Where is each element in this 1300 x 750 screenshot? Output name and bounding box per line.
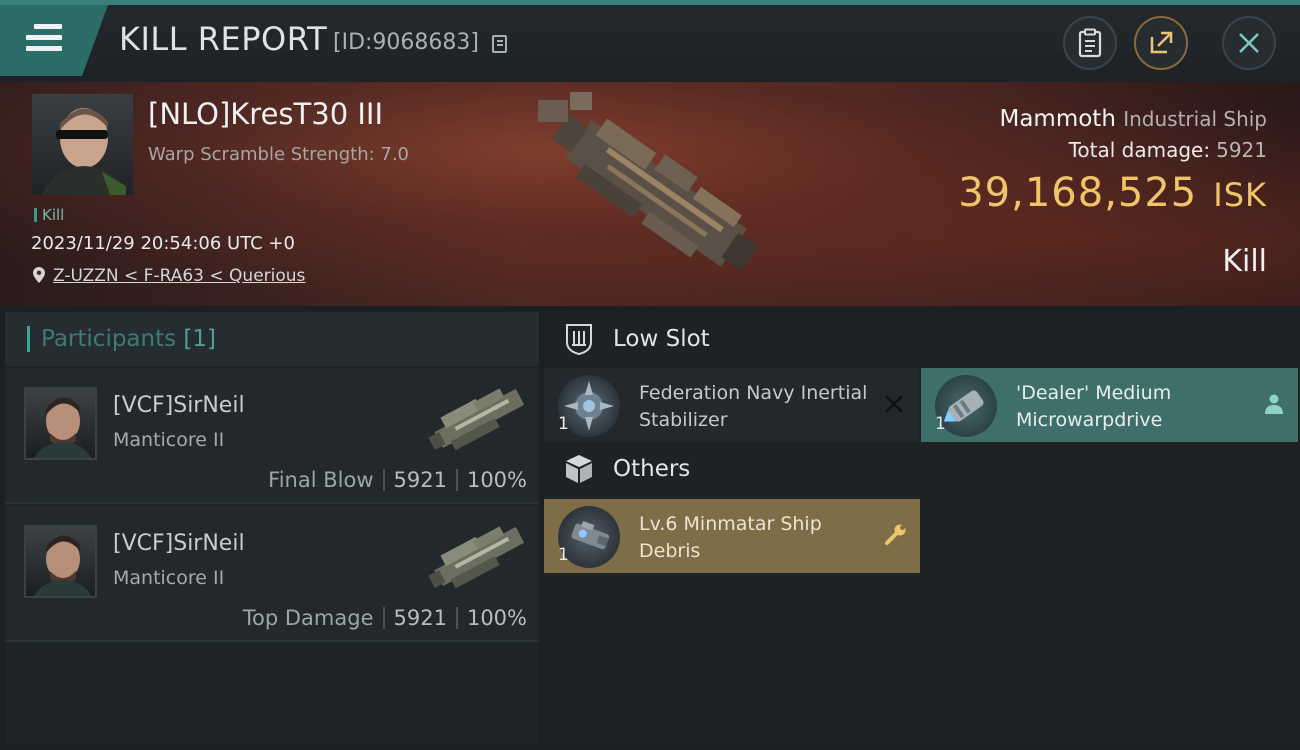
isk-value: 39,168,525 ISK [958, 170, 1267, 216]
others-title: Others [613, 456, 691, 482]
victim-banner: [NLO]KresT30 III Warp Scramble Strength:… [0, 82, 1300, 306]
kill-report-screen: KILL REPORT [ID:9068683] [NLO]KresT30 II… [0, 0, 1300, 750]
participant-name[interactable]: [VCF]SirNeil [113, 531, 245, 556]
participants-panel: Participants [1] [VCF]SirNeil Manticore … [5, 312, 539, 744]
module-quantity: 1 [558, 414, 569, 434]
top-accent-line [0, 0, 1300, 5]
participant-ship-image [428, 388, 525, 451]
participant-ship: Manticore II [113, 567, 225, 589]
victim-ship-image [538, 92, 759, 272]
participant-stats: Final Blow 5921 100% [268, 468, 527, 492]
victim-ship[interactable]: Mammoth Industrial Ship [999, 106, 1267, 132]
participant-role: Final Blow [268, 468, 374, 492]
report-button[interactable] [1063, 16, 1117, 70]
participant-ship-image [428, 526, 525, 589]
module-name: Federation Navy Inertial Stabilizer [639, 382, 868, 431]
low-slot-icon [566, 324, 592, 356]
victim-ship-class: Industrial Ship [1123, 107, 1267, 131]
menu-button[interactable] [0, 5, 108, 76]
participant-percent: 100% [466, 468, 527, 492]
participant-name[interactable]: [VCF]SirNeil [113, 393, 245, 418]
location-pin-icon [33, 267, 45, 283]
wrench-icon [885, 524, 906, 545]
kill-datetime: 2023/11/29 20:54:06 UTC +0 [31, 233, 295, 254]
module-quantity: 1 [935, 414, 946, 434]
header-accent-bar [27, 326, 30, 352]
close-icon [1239, 33, 1259, 53]
isk-amount: 39,168,525 [958, 170, 1198, 216]
participant-stats: Top Damage 5921 100% [243, 606, 527, 630]
victim-name[interactable]: [NLO]KresT30 III [148, 97, 383, 131]
participant-damage: 5921 [393, 468, 447, 492]
module-name: 'Dealer' Medium Microwarpdrive [1016, 382, 1172, 431]
participant-row[interactable]: [VCF]SirNeil Manticore II Final Blow 5921… [5, 368, 539, 504]
kill-tag: Kill [34, 206, 64, 224]
share-icon [1150, 31, 1173, 54]
location-link[interactable]: Z-UZZN < F-RA63 < Querious [53, 266, 305, 286]
page-title: KILL REPORT [119, 20, 328, 58]
kill-id: [ID:9068683] [333, 30, 479, 55]
person-icon [1265, 394, 1283, 414]
destroyed-x-icon [885, 395, 903, 413]
participant-role: Top Damage [242, 606, 374, 630]
total-damage: Total damage: 5921 [1069, 138, 1267, 162]
participant-damage: 5921 [393, 606, 447, 630]
total-damage-value: 5921 [1216, 138, 1267, 162]
others-header: Others [544, 442, 1298, 498]
participants-label: Participants [41, 326, 177, 352]
participants-count: [1] [183, 326, 217, 352]
participant-avatar[interactable] [24, 525, 97, 598]
cargo-item[interactable]: 1 Lv.6 Minmatar Ship Debris [544, 499, 920, 573]
victim-ship-name: Mammoth [999, 106, 1116, 132]
cargo-box-icon [566, 455, 592, 483]
clipboard-icon [1078, 28, 1102, 58]
cargo-name: Lv.6 Minmatar Ship Debris [639, 513, 822, 562]
participants-header[interactable]: Participants [1] [5, 312, 539, 366]
low-slot-header: Low Slot [544, 312, 1298, 368]
warp-scramble-strength: Warp Scramble Strength: 7.0 [148, 144, 410, 165]
menu-icon [26, 24, 62, 57]
fitting-panel: Low Slot 1 Federation Navy Inertial Stab… [544, 312, 1298, 744]
victim-portrait[interactable] [32, 94, 133, 195]
module-item[interactable]: 1 Federation Navy Inertial Stabilizer [544, 368, 918, 442]
copy-id-icon[interactable] [492, 35, 507, 53]
close-button[interactable] [1222, 16, 1276, 70]
top-bar: KILL REPORT [ID:9068683] [0, 0, 1300, 82]
kill-location[interactable]: Z-UZZN < F-RA63 < Querious [33, 266, 305, 286]
participants-title: Participants [1] [41, 326, 216, 352]
share-button[interactable] [1134, 16, 1188, 70]
cargo-quantity: 1 [558, 545, 569, 565]
participant-row[interactable]: [VCF]SirNeil Manticore II Top Damage 5921… [5, 506, 539, 642]
low-slot-title: Low Slot [613, 326, 710, 352]
participant-avatar[interactable] [24, 387, 97, 460]
participant-ship: Manticore II [113, 429, 225, 451]
participant-percent: 100% [466, 606, 527, 630]
module-item[interactable]: 1 'Dealer' Medium Microwarpdrive [921, 368, 1298, 442]
isk-unit: ISK [1213, 176, 1267, 214]
total-damage-label: Total damage: [1068, 138, 1211, 162]
report-result: Kill [1222, 244, 1267, 279]
